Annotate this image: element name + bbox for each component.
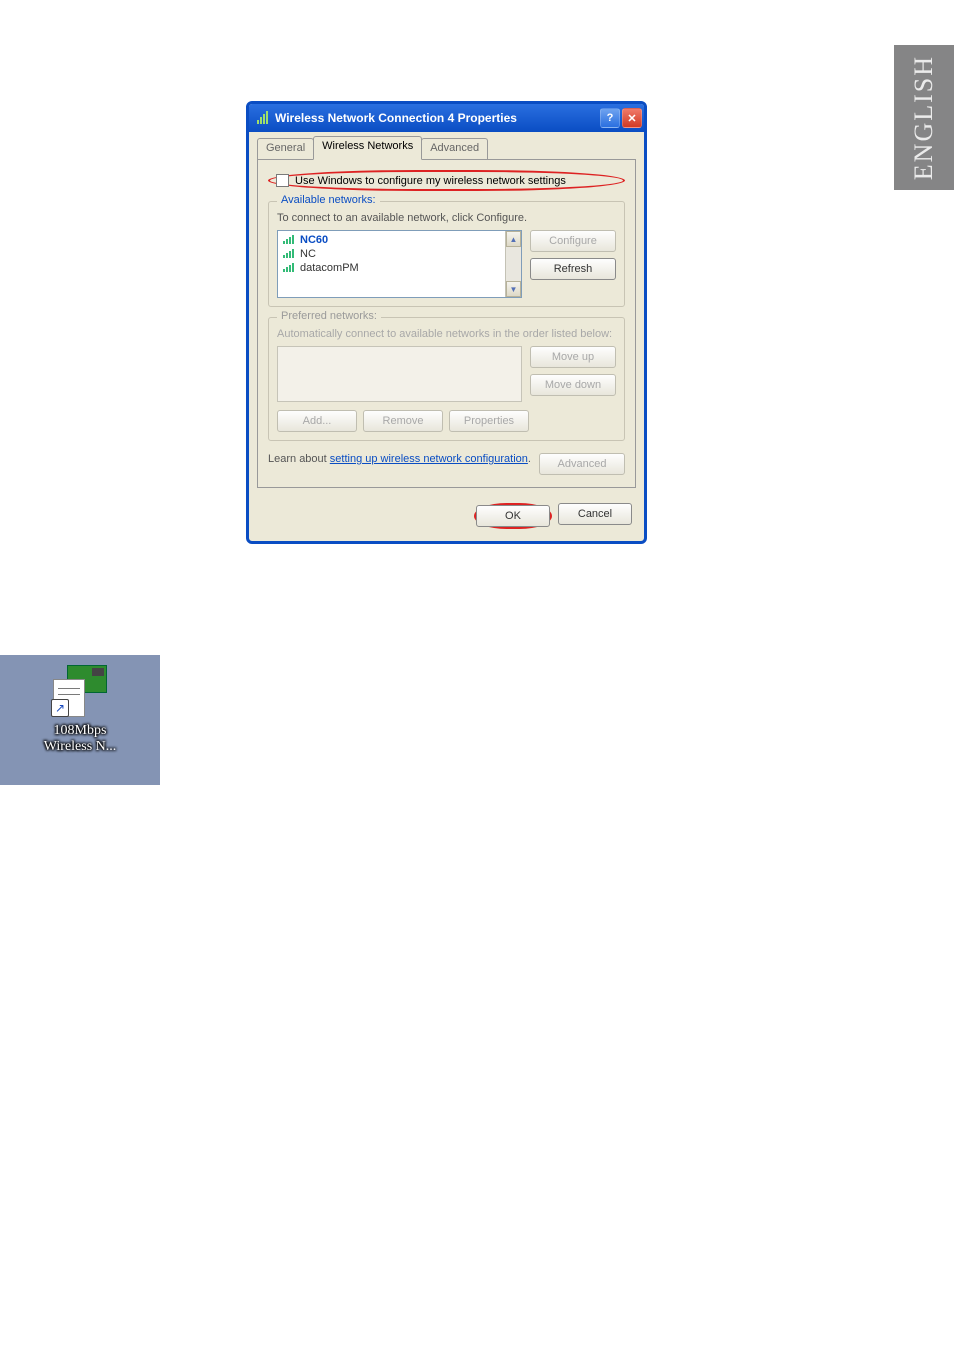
signal-icon — [282, 249, 296, 259]
ok-highlight: OK — [474, 503, 552, 529]
wireless-properties-dialog: Wireless Network Connection 4 Properties… — [246, 101, 647, 544]
learn-prefix: Learn about — [268, 453, 330, 465]
signal-icon — [282, 235, 296, 245]
properties-button[interactable]: Properties — [449, 410, 529, 432]
wireless-icon — [255, 110, 271, 126]
network-name: datacomPM — [300, 262, 359, 274]
help-button[interactable]: ? — [600, 108, 620, 128]
dialog-buttons: OK Cancel — [249, 497, 644, 541]
use-windows-row[interactable]: Use Windows to configure my wireless net… — [268, 170, 625, 191]
advanced-button[interactable]: Advanced — [539, 453, 625, 475]
tab-advanced[interactable]: Advanced — [421, 138, 488, 160]
side-language-tab: ENGLISH — [894, 45, 954, 190]
use-windows-label: Use Windows to configure my wireless net… — [295, 175, 566, 187]
side-language-label: ENGLISH — [909, 55, 939, 180]
tab-general[interactable]: General — [257, 138, 314, 160]
tab-wireless-networks[interactable]: Wireless Networks — [313, 136, 422, 160]
refresh-button[interactable]: Refresh — [530, 258, 616, 280]
scroll-up-button[interactable]: ▲ — [506, 231, 521, 247]
learn-suffix: . — [528, 453, 531, 465]
shortcut-icon: ↗ — [49, 665, 111, 717]
shortcut-arrow-icon: ↗ — [51, 699, 69, 717]
list-item[interactable]: NC60 — [280, 233, 503, 247]
dialog-title: Wireless Network Connection 4 Properties — [275, 111, 598, 125]
add-button[interactable]: Add... — [277, 410, 357, 432]
scrollbar[interactable]: ▲ ▼ — [505, 231, 521, 297]
use-windows-checkbox[interactable] — [276, 174, 289, 187]
move-up-button[interactable]: Move up — [530, 346, 616, 368]
scroll-down-button[interactable]: ▼ — [506, 281, 521, 297]
tabstrip: General Wireless Networks Advanced — [249, 132, 644, 160]
cancel-button[interactable]: Cancel — [558, 503, 632, 525]
learn-link[interactable]: setting up wireless network configuratio… — [330, 453, 528, 465]
available-legend: Available networks: — [277, 194, 380, 206]
preferred-legend: Preferred networks: — [277, 310, 381, 322]
network-name: NC — [300, 248, 316, 260]
preferred-networks-list[interactable] — [277, 346, 522, 402]
move-down-button[interactable]: Move down — [530, 374, 616, 396]
available-networks-list[interactable]: NC60 NC datacomPM ▲ ▼ — [277, 230, 522, 298]
remove-button[interactable]: Remove — [363, 410, 443, 432]
available-networks-group: Available networks: To connect to an ava… — [268, 201, 625, 307]
list-item[interactable]: NC — [280, 247, 503, 261]
list-item[interactable]: datacomPM — [280, 261, 503, 275]
ok-button[interactable]: OK — [476, 505, 550, 527]
signal-icon — [282, 263, 296, 273]
desktop-shortcut[interactable]: ↗ 108Mbps Wireless N... — [0, 655, 160, 785]
preferred-networks-group: Preferred networks: Automatically connec… — [268, 317, 625, 441]
configure-button[interactable]: Configure — [530, 230, 616, 252]
tab-panel: Use Windows to configure my wireless net… — [257, 159, 636, 488]
close-button[interactable]: ✕ — [622, 108, 642, 128]
learn-text: Learn about setting up wireless network … — [268, 453, 531, 465]
titlebar[interactable]: Wireless Network Connection 4 Properties… — [249, 104, 644, 132]
shortcut-label-line1: 108Mbps — [54, 723, 107, 739]
preferred-hint: Automatically connect to available netwo… — [277, 328, 616, 340]
available-hint: To connect to an available network, clic… — [277, 212, 616, 224]
shortcut-label-line2: Wireless N... — [44, 739, 117, 755]
network-name: NC60 — [300, 234, 328, 246]
